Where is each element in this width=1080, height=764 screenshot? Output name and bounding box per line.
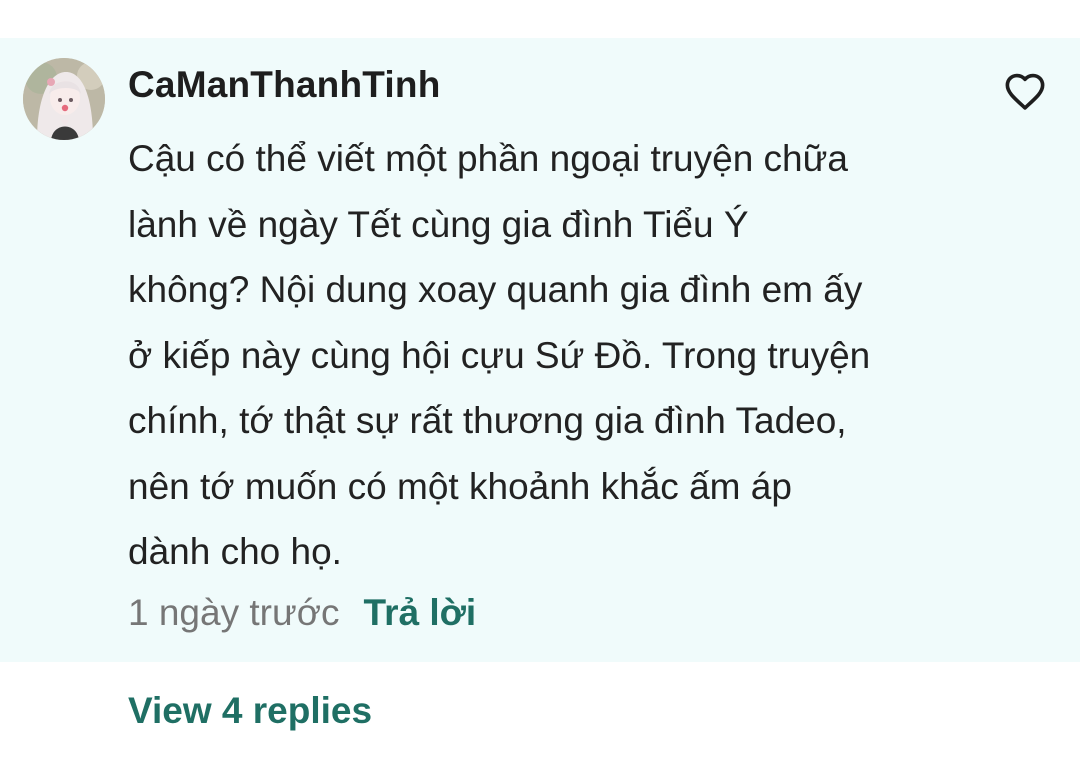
reply-button[interactable]: Trả lời (364, 592, 477, 634)
heart-outline-icon (1005, 73, 1045, 110)
comment-text-line: chính, tớ thật sự rất thương gia đình Ta… (128, 400, 847, 441)
user-avatar[interactable] (23, 58, 105, 140)
comment-text-line: lành về ngày Tết cùng gia đình Tiểu Ý (128, 203, 749, 245)
like-button[interactable] (1000, 68, 1050, 114)
comment-text-line: không? Nội dung xoay quanh gia đình em ấ… (128, 269, 863, 310)
comment-card: CaManThanhTinh Cậu có thể viết một phần … (0, 38, 1080, 662)
view-replies-button[interactable]: View 4 replies (128, 690, 372, 732)
comment-text-line: Cậu có thể viết một phần ngoại truyện ch… (128, 138, 848, 179)
comment-timestamp: 1 ngày trước (128, 592, 340, 633)
avatar-image (23, 58, 105, 140)
comment-text: Cậu có thể viết một phần ngoại truyện ch… (128, 126, 958, 585)
comment-text-line: ở kiếp này cùng hội cựu Sứ Đồ. Trong tru… (128, 334, 871, 376)
comment-text-line: nên tớ muốn có một khoảnh khắc ấm áp (128, 465, 792, 507)
comment-text-line: dành cho họ. (128, 531, 342, 572)
comment-thread-screen: CaManThanhTinh Cậu có thể viết một phần … (0, 0, 1080, 764)
comment-username[interactable]: CaManThanhTinh (128, 64, 441, 106)
comment-meta: 1 ngày trước Trả lời (128, 589, 476, 637)
